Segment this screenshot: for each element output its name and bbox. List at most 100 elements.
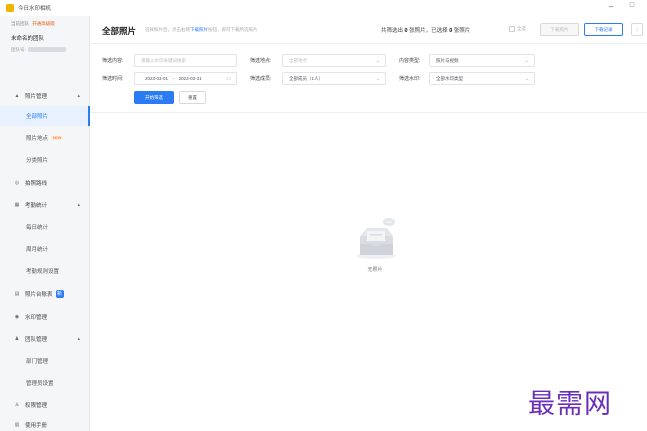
sidebar-item-label: 团队管理 — [25, 337, 48, 343]
selection-stats: 共筛选出 0 张照片，已选择 0 张照片 — [381, 26, 470, 34]
sidebar-item-label: 照片管理 — [25, 94, 48, 100]
team-name[interactable]: 未命名的团队 — [11, 34, 44, 42]
download-records-button[interactable]: 下载记录 — [584, 23, 623, 36]
team-number: 团队号: — [11, 47, 66, 53]
sidebar-item-attendance[interactable]: ▦ 考勤统计 ▴ — [0, 195, 90, 215]
select-all-label: 全选 — [517, 26, 526, 31]
sidebar-item-label: 拍照路线 — [25, 181, 48, 187]
hint-text: 选择照片后，点击右侧 — [145, 27, 190, 32]
chevron-down-icon: ⌄ — [524, 75, 529, 82]
download-photos-button[interactable]: 下载照片 — [540, 23, 579, 36]
filter-time-label: 筛选时间: — [102, 76, 124, 82]
watermark-icon: ◉ — [14, 314, 20, 320]
filter-type-label: 内容类型: — [399, 58, 421, 64]
filter-watermark-value: 全部水印类型 — [436, 75, 463, 81]
team-number-label: 团队号: — [11, 47, 26, 52]
maximize-button[interactable]: □ — [625, 2, 639, 9]
team-number-value — [27, 47, 66, 53]
more-options-button[interactable]: ⋮ — [631, 23, 643, 36]
main-content: 全部照片 选择照片后，点击右侧下载照片按钮，即可下载所选照片 共筛选出 0 张照… — [91, 16, 647, 431]
selected-count: 0 — [449, 28, 453, 34]
select-all-checkbox[interactable]: 全选 — [509, 26, 526, 32]
table-icon: ▤ — [14, 291, 20, 297]
calendar-icon: ▭ — [226, 75, 231, 82]
chevron-down-icon: ⌄ — [375, 57, 380, 64]
stats-suffix: 张照片 — [453, 28, 471, 34]
sidebar-item-label: 管理员设置 — [26, 381, 54, 387]
filter-member-value: 全部成员（1人） — [289, 75, 324, 81]
sidebar-item-photo-management[interactable]: ▲ 照片管理 ▴ — [0, 86, 90, 106]
filter-date-range[interactable]: 2023-03-01 ~ 2023-03-31 ▭ — [134, 72, 237, 85]
chevron-up-icon: ▴ — [77, 202, 80, 208]
sidebar-item-label: 分类照片 — [26, 158, 49, 164]
chevron-up-icon: ▴ — [77, 336, 80, 342]
page-hint: 选择照片后，点击右侧下载照片按钮，即可下载所选照片 — [145, 27, 258, 33]
filter-type-value: 照片与视频 — [436, 57, 459, 63]
filter-location-select[interactable]: 全部地点 ⌄ — [282, 54, 386, 67]
sidebar-item-department-management[interactable]: 部门管理 — [0, 351, 90, 371]
filter-watermark-select[interactable]: 全部水印类型 ⌄ — [429, 72, 535, 85]
checkbox-icon — [509, 26, 515, 32]
book-icon: ▥ — [14, 422, 20, 428]
site-watermark: 最需网 — [528, 389, 612, 420]
sidebar-item-attendance-rules[interactable]: 考勤规则设置 — [0, 261, 90, 281]
sidebar-item-label: 考勤统计 — [25, 203, 48, 209]
app-logo-icon — [6, 4, 14, 12]
vip-link[interactable]: 开通高级版 — [32, 21, 55, 26]
sidebar-item-categorized-photos[interactable]: 分类照片 — [0, 150, 90, 170]
team-top-label: 当前团队 — [11, 21, 29, 26]
sidebar-item-label: 照片台账表 — [25, 292, 53, 298]
sidebar-item-permission-management[interactable]: ♙ 权限管理 — [0, 395, 90, 415]
sidebar-item-admin-settings[interactable]: 管理员设置 — [0, 373, 90, 393]
sidebar: 当前团队 开通高级版 未命名的团队 团队号: ▲ 照片管理 ▴ 全部照片 照片地… — [0, 16, 90, 431]
team-icon: ♟ — [14, 336, 20, 342]
sidebar-item-all-photos[interactable]: 全部照片 — [0, 106, 90, 126]
sidebar-item-photo-ledger[interactable]: ▤ 照片台账表 新 — [0, 284, 90, 304]
sidebar-item-team-management[interactable]: ♟ 团队管理 ▴ — [0, 329, 90, 349]
minimize-button[interactable]: – — [604, 2, 618, 11]
stats-middle: 张照片，已选择 — [409, 28, 448, 34]
filter-member-label: 筛选成员: — [250, 76, 272, 82]
hint-text-end: 按钮，即可下载所选照片 — [208, 27, 258, 32]
filter-content-placeholder: 请输入水印关键词搜索 — [141, 57, 186, 63]
sidebar-item-label: 周月统计 — [26, 247, 49, 253]
sidebar-item-label: 使用手册 — [25, 423, 48, 429]
filter-member-select[interactable]: 全部成员（1人） ⌄ — [282, 72, 386, 85]
sidebar-item-label: 照片地点 — [26, 136, 49, 142]
chevron-up-icon: ▴ — [77, 93, 80, 99]
calendar-icon: ▦ — [14, 202, 20, 208]
sidebar-item-label: 水印管理 — [25, 315, 48, 321]
hint-download-link: 下载照片 — [190, 27, 208, 32]
lock-icon: ♙ — [14, 402, 20, 408]
route-icon: ◎ — [14, 180, 20, 186]
sidebar-item-photo-route[interactable]: ◎ 拍照路线 — [0, 173, 90, 193]
filter-watermark-label: 筛选水印: — [399, 76, 421, 82]
page-header: 全部照片 选择照片后，点击右侧下载照片按钮，即可下载所选照片 共筛选出 0 张照… — [91, 16, 647, 44]
filter-content-label: 筛选内容: — [102, 58, 124, 64]
reset-button[interactable]: 重置 — [179, 91, 206, 104]
start-filter-button[interactable]: 开始筛选 — [134, 91, 174, 104]
new-badge: NEW — [51, 136, 64, 140]
sidebar-item-watermark-management[interactable]: ◉ 水印管理 — [0, 307, 90, 327]
filter-content-input[interactable]: 请输入水印关键词搜索 — [134, 54, 237, 67]
title-bar: 今日水印相机 – □ — [0, 0, 647, 16]
empty-state-text: 无照片 — [367, 267, 383, 273]
filter-panel: 筛选内容: 请输入水印关键词搜索 筛选地点: 全部地点 ⌄ 内容类型: 照片与视… — [91, 45, 647, 113]
sidebar-item-weekly-monthly-stats[interactable]: 周月统计 — [0, 239, 90, 259]
sidebar-item-label: 考勤规则设置 — [26, 269, 60, 275]
date-start: 2023-03-01 — [145, 76, 169, 81]
sidebar-item-user-manual[interactable]: ▥ 使用手册 — [0, 415, 90, 431]
filter-location-placeholder: 全部地点 — [289, 57, 307, 63]
sidebar-item-photo-locations[interactable]: 照片地点 NEW — [0, 128, 90, 148]
chevron-down-icon: ⌄ — [375, 75, 380, 82]
chevron-down-icon: ⌄ — [524, 57, 529, 64]
sidebar-item-daily-stats[interactable]: 每日统计 — [0, 217, 90, 237]
sidebar-item-label: 每日统计 — [26, 225, 49, 231]
page-title: 全部照片 — [102, 26, 137, 36]
stats-prefix: 共筛选出 — [381, 28, 404, 34]
image-icon: ▲ — [14, 93, 20, 99]
sidebar-item-label: 权限管理 — [25, 403, 48, 409]
sidebar-item-label: 部门管理 — [26, 359, 49, 365]
filter-type-select[interactable]: 照片与视频 ⌄ — [429, 54, 535, 67]
filtered-count: 0 — [404, 28, 408, 34]
